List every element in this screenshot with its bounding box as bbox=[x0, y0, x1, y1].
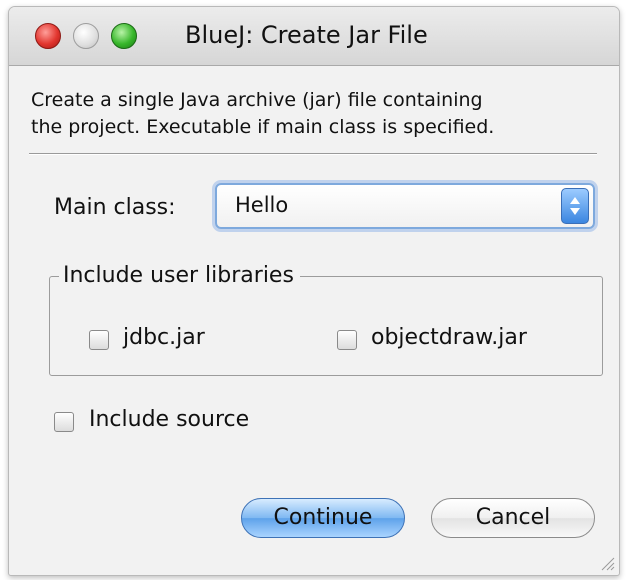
main-class-select[interactable]: Hello bbox=[215, 183, 595, 229]
create-jar-dialog: BlueJ: Create Jar File Create a single J… bbox=[8, 6, 620, 576]
description-line-1: Create a single Java archive (jar) file … bbox=[31, 89, 483, 111]
resize-grip-icon[interactable] bbox=[599, 555, 615, 571]
user-libraries-title: Include user libraries bbox=[59, 263, 300, 288]
jdbc-jar-checkbox[interactable] bbox=[89, 330, 109, 350]
minimize-button-icon[interactable] bbox=[73, 23, 99, 49]
continue-button[interactable]: Continue bbox=[241, 498, 405, 538]
include-source-checkbox[interactable] bbox=[54, 412, 74, 432]
separator bbox=[29, 153, 597, 155]
title-bar[interactable]: BlueJ: Create Jar File bbox=[9, 7, 619, 66]
jdbc-jar-label[interactable]: jdbc.jar bbox=[123, 325, 205, 350]
zoom-button-icon[interactable] bbox=[111, 23, 137, 49]
dialog-description: Create a single Java archive (jar) file … bbox=[31, 87, 591, 141]
main-class-label: Main class: bbox=[54, 195, 176, 220]
include-source-label[interactable]: Include source bbox=[89, 407, 249, 432]
main-class-selected-value: Hello bbox=[235, 193, 289, 217]
cancel-button[interactable]: Cancel bbox=[431, 498, 595, 538]
objectdraw-jar-label[interactable]: objectdraw.jar bbox=[371, 325, 527, 350]
description-line-2: the project. Executable if main class is… bbox=[31, 116, 495, 138]
window-title: BlueJ: Create Jar File bbox=[185, 21, 428, 49]
objectdraw-jar-checkbox[interactable] bbox=[337, 330, 357, 350]
close-button-icon[interactable] bbox=[35, 23, 61, 49]
updown-arrows-icon[interactable] bbox=[561, 188, 589, 224]
